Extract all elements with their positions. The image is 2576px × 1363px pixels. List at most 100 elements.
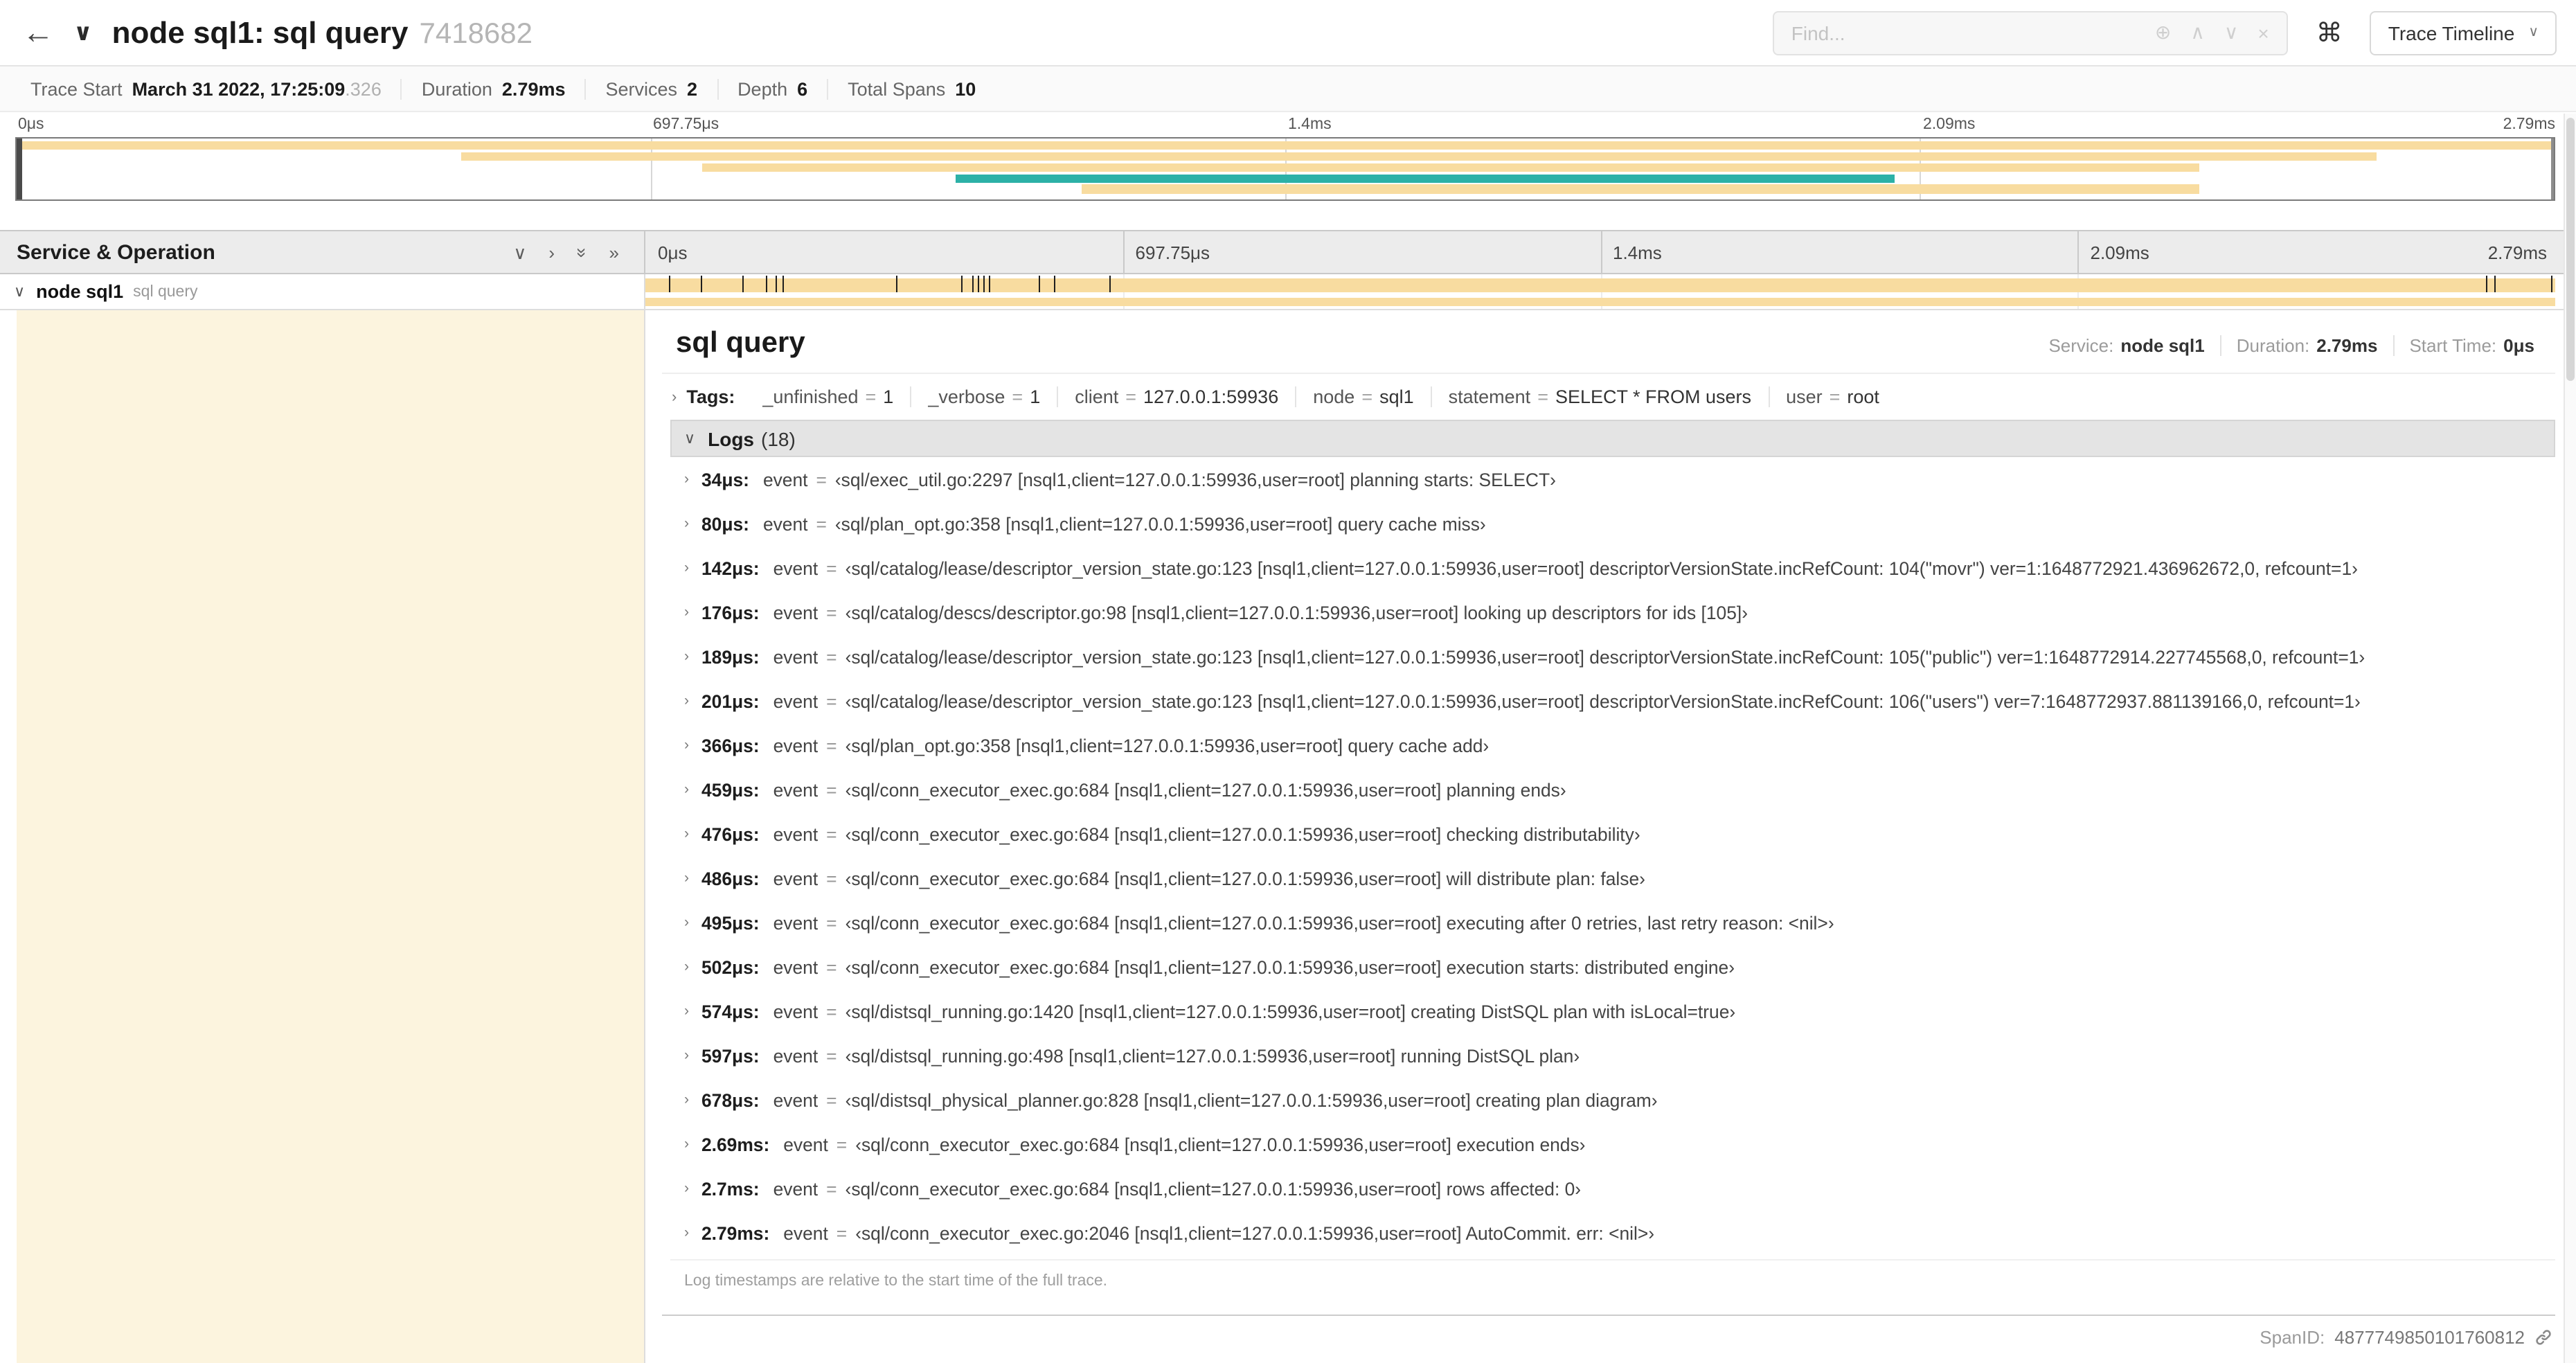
log-entry[interactable]: › 201μs: event = ‹sql/catalog/lease/desc… [670, 679, 2555, 723]
logs-collapse-icon[interactable]: ∨ [684, 429, 695, 447]
collapse-header-icon[interactable]: ∨ [73, 19, 93, 46]
log-expand-icon[interactable]: › [684, 471, 689, 488]
minimap-left-scrubber[interactable] [17, 139, 22, 199]
span-operation-name: sql query [133, 283, 198, 300]
deep-link-icon[interactable] [2534, 1328, 2552, 1346]
expand-one-icon[interactable]: › [548, 243, 555, 261]
tag-value: root [1847, 386, 1879, 407]
log-entry[interactable]: › 495μs: event = ‹sql/conn_executor_exec… [670, 900, 2555, 945]
find-clear-icon[interactable]: × [2248, 21, 2278, 44]
log-expand-icon[interactable]: › [684, 870, 689, 887]
span-row-name-column[interactable]: ∨ node sql1 sql query [0, 274, 645, 309]
find-next-icon[interactable]: ∨ [2215, 21, 2248, 44]
log-expand-icon[interactable]: › [684, 1003, 689, 1019]
trace-summary-item: Trace Start March 31 2022, 17:25:09.326 [11, 78, 401, 99]
log-timestamp: 189μs: [701, 646, 760, 667]
log-entry[interactable]: › 2.7ms: event = ‹sql/conn_executor_exec… [670, 1166, 2555, 1211]
log-equals: = [816, 513, 827, 534]
log-expand-icon[interactable]: › [684, 604, 689, 621]
logs-header[interactable]: ∨ Logs (18) [670, 420, 2555, 457]
trace-summary-value: 10 [955, 78, 976, 99]
span-collapse-icon[interactable]: ∨ [14, 283, 25, 301]
tags-row[interactable]: › Tags: _unfinished = 1 _verbose = 1 client =… [662, 374, 2555, 420]
log-value: ‹sql/distsql_physical_planner.go:828 [ns… [845, 1089, 1658, 1110]
span-row[interactable]: ∨ node sql1 sql query [0, 274, 2576, 310]
log-value: ‹sql/catalog/lease/descriptor_version_st… [845, 646, 2365, 667]
log-event-tick [1109, 276, 1111, 292]
trace-summary-label: Trace Start [30, 78, 123, 99]
trace-summary-item: Total Spans 10 [827, 78, 995, 99]
log-expand-icon[interactable]: › [684, 515, 689, 532]
find-prev-icon[interactable]: ∧ [2181, 21, 2215, 44]
log-expand-icon[interactable]: › [684, 1136, 689, 1152]
log-entry[interactable]: › 34μs: event = ‹sql/exec_util.go:2297 [… [670, 457, 2555, 501]
log-expand-icon[interactable]: › [684, 1047, 689, 1064]
log-entry[interactable]: › 459μs: event = ‹sql/conn_executor_exec… [670, 767, 2555, 812]
log-value: ‹sql/conn_executor_exec.go:2046 [nsql1,c… [855, 1222, 1655, 1243]
scrollbar-thumb[interactable] [2566, 118, 2575, 381]
timeline-tick-label: 2.09ms [2090, 242, 2149, 263]
trace-view-selector[interactable]: Trace Timeline ∨ [2370, 10, 2557, 55]
minimap-span-bars [17, 139, 2554, 199]
tag-item: _unfinished = 1 [746, 386, 910, 407]
log-equals: = [826, 823, 837, 844]
logs-section: ∨ Logs (18) › 34μs: event = ‹sql/exec_ut… [670, 420, 2555, 1292]
minimap-right-scrubber[interactable] [2551, 139, 2554, 199]
chevron-down-icon: ∨ [2528, 25, 2539, 40]
collapse-all-icon[interactable]: » [571, 247, 592, 257]
log-expand-icon[interactable]: › [684, 959, 689, 975]
span-name-column-fill [0, 310, 645, 1363]
timeline-collapse-controls: ∨ › » » [513, 243, 619, 261]
find-input[interactable] [1791, 21, 2145, 44]
trace-summary-item: Depth 6 [717, 78, 827, 99]
log-entry[interactable]: › 574μs: event = ‹sql/distsql_running.go… [670, 989, 2555, 1033]
log-expand-icon[interactable]: › [684, 826, 689, 842]
log-expand-icon[interactable]: › [684, 1180, 689, 1197]
log-entry[interactable]: › 142μs: event = ‹sql/catalog/lease/desc… [670, 546, 2555, 590]
vertical-scrollbar[interactable] [2564, 114, 2576, 1363]
log-entry[interactable]: › 366μs: event = ‹sql/plan_opt.go:358 [n… [670, 723, 2555, 767]
log-expand-icon[interactable]: › [684, 1224, 689, 1241]
minimap-span-bar [955, 174, 1895, 184]
log-equals: = [826, 912, 837, 933]
tag-key: client [1075, 386, 1119, 407]
log-entry[interactable]: › 486μs: event = ‹sql/conn_executor_exec… [670, 856, 2555, 900]
log-expand-icon[interactable]: › [684, 693, 689, 709]
expand-all-icon[interactable]: » [609, 243, 619, 261]
log-entry[interactable]: › 176μs: event = ‹sql/catalog/descs/desc… [670, 590, 2555, 634]
keyboard-shortcuts-button[interactable]: ⌘ [2305, 17, 2354, 48]
log-expand-icon[interactable]: › [684, 648, 689, 665]
trace-summary-value: 2 [687, 78, 698, 99]
log-timestamp: 142μs: [701, 558, 760, 578]
log-entry[interactable]: › 678μs: event = ‹sql/distsql_physical_p… [670, 1078, 2555, 1122]
log-expand-icon[interactable]: › [684, 737, 689, 754]
timeline-tick-label: 0μs [658, 242, 688, 263]
log-entry[interactable]: › 476μs: event = ‹sql/conn_executor_exec… [670, 812, 2555, 856]
log-expand-icon[interactable]: › [684, 560, 689, 576]
tags-label[interactable]: Tags: [686, 386, 735, 407]
trace-summary-item: Duration 2.79ms [400, 78, 585, 99]
log-equals: = [826, 602, 837, 623]
find-zoom-icon[interactable]: ⊕ [2145, 21, 2181, 44]
logs-label: Logs [708, 427, 755, 449]
log-timestamp: 495μs: [701, 912, 760, 933]
log-key: event [762, 469, 808, 490]
minimap-canvas[interactable] [15, 137, 2555, 201]
log-entry[interactable]: › 2.69ms: event = ‹sql/conn_executor_exe… [670, 1122, 2555, 1166]
collapse-one-icon[interactable]: ∨ [513, 243, 526, 261]
log-entry[interactable]: › 597μs: event = ‹sql/distsql_running.go… [670, 1033, 2555, 1078]
log-entry[interactable]: › 80μs: event = ‹sql/plan_opt.go:358 [ns… [670, 501, 2555, 546]
log-entry[interactable]: › 502μs: event = ‹sql/conn_executor_exec… [670, 945, 2555, 989]
log-equals: = [826, 1089, 837, 1110]
log-timestamp: 459μs: [701, 779, 760, 800]
log-key: event [773, 823, 819, 844]
log-entry[interactable]: › 189μs: event = ‹sql/catalog/lease/desc… [670, 634, 2555, 679]
log-expand-icon[interactable]: › [684, 914, 689, 931]
span-row-timeline[interactable] [645, 274, 2555, 309]
log-expand-icon[interactable]: › [684, 1092, 689, 1108]
back-icon[interactable]: ← [22, 14, 54, 51]
tags-expand-icon[interactable]: › [672, 389, 677, 405]
log-entry[interactable]: › 2.79ms: event = ‹sql/conn_executor_exe… [670, 1211, 2555, 1255]
log-expand-icon[interactable]: › [684, 781, 689, 798]
log-value: ‹sql/distsql_running.go:498 [nsql1,clien… [845, 1045, 1580, 1066]
